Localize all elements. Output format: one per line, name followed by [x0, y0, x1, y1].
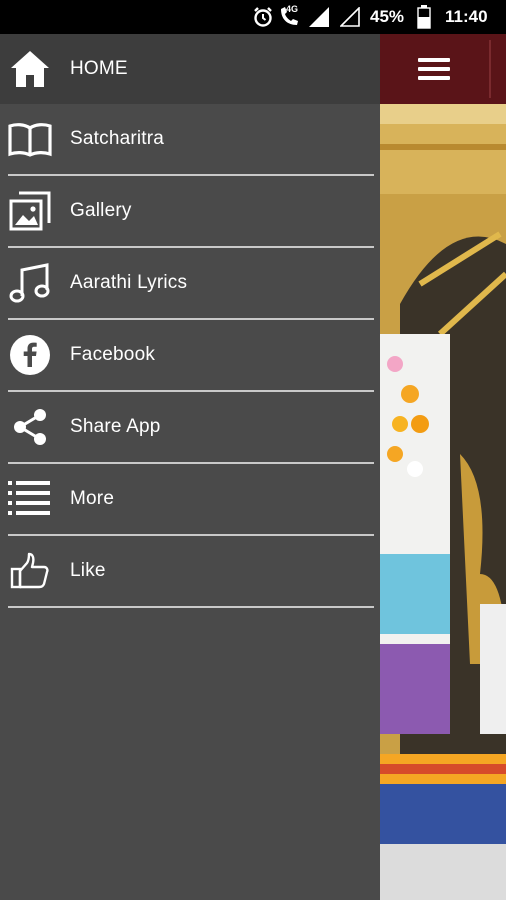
facebook-icon	[8, 333, 52, 377]
app-content	[380, 34, 506, 900]
menu-item-aarathi-lyrics[interactable]: Aarathi Lyrics	[8, 248, 374, 320]
shrine-photo	[380, 104, 506, 900]
alarm-icon	[252, 0, 274, 34]
thumbs-up-icon	[8, 549, 52, 593]
network-type: 4G	[286, 4, 299, 14]
signal-full-icon	[309, 0, 329, 34]
music-note-icon	[8, 261, 52, 305]
clock: 11:40	[445, 7, 488, 26]
battery-icon	[417, 0, 431, 34]
list-icon	[8, 477, 52, 521]
menu-item-satcharitra[interactable]: Satcharitra	[8, 104, 374, 176]
toolbar-divider	[489, 40, 491, 98]
signal-empty-icon	[340, 0, 360, 34]
menu-item-more[interactable]: More	[8, 464, 374, 536]
menu-label-home: HOME	[70, 58, 128, 79]
share-icon	[8, 405, 52, 449]
status-bar: 4G 45% 11:40	[0, 0, 506, 34]
drawer-menu-list: Satcharitra Gallery Aarathi Lyrics Faceb…	[0, 104, 380, 608]
menu-item-home[interactable]: HOME	[0, 34, 380, 104]
menu-label-like: Like	[70, 560, 106, 581]
menu-item-facebook[interactable]: Facebook	[8, 320, 374, 392]
menu-label-more: More	[70, 488, 115, 509]
menu-label-aarathi-lyrics: Aarathi Lyrics	[70, 272, 188, 293]
menu-item-share-app[interactable]: Share App	[8, 392, 374, 464]
gallery-icon	[8, 189, 52, 233]
menu-item-gallery[interactable]: Gallery	[8, 176, 374, 248]
menu-label-gallery: Gallery	[70, 200, 132, 221]
battery-percent: 45%	[370, 7, 405, 26]
menu-label-share-app: Share App	[70, 416, 161, 437]
hamburger-menu-icon[interactable]	[418, 58, 450, 80]
call-4g-icon: 4G	[278, 0, 304, 34]
home-icon	[8, 47, 52, 91]
app-toolbar	[380, 34, 506, 104]
navigation-drawer: HOME Satcharitra Gallery Aarathi Lyrics …	[0, 34, 380, 900]
menu-label-satcharitra: Satcharitra	[70, 128, 165, 149]
menu-label-facebook: Facebook	[70, 344, 156, 365]
menu-item-like[interactable]: Like	[8, 536, 374, 608]
book-icon	[8, 117, 52, 161]
drawer-header: HOME	[0, 34, 380, 104]
